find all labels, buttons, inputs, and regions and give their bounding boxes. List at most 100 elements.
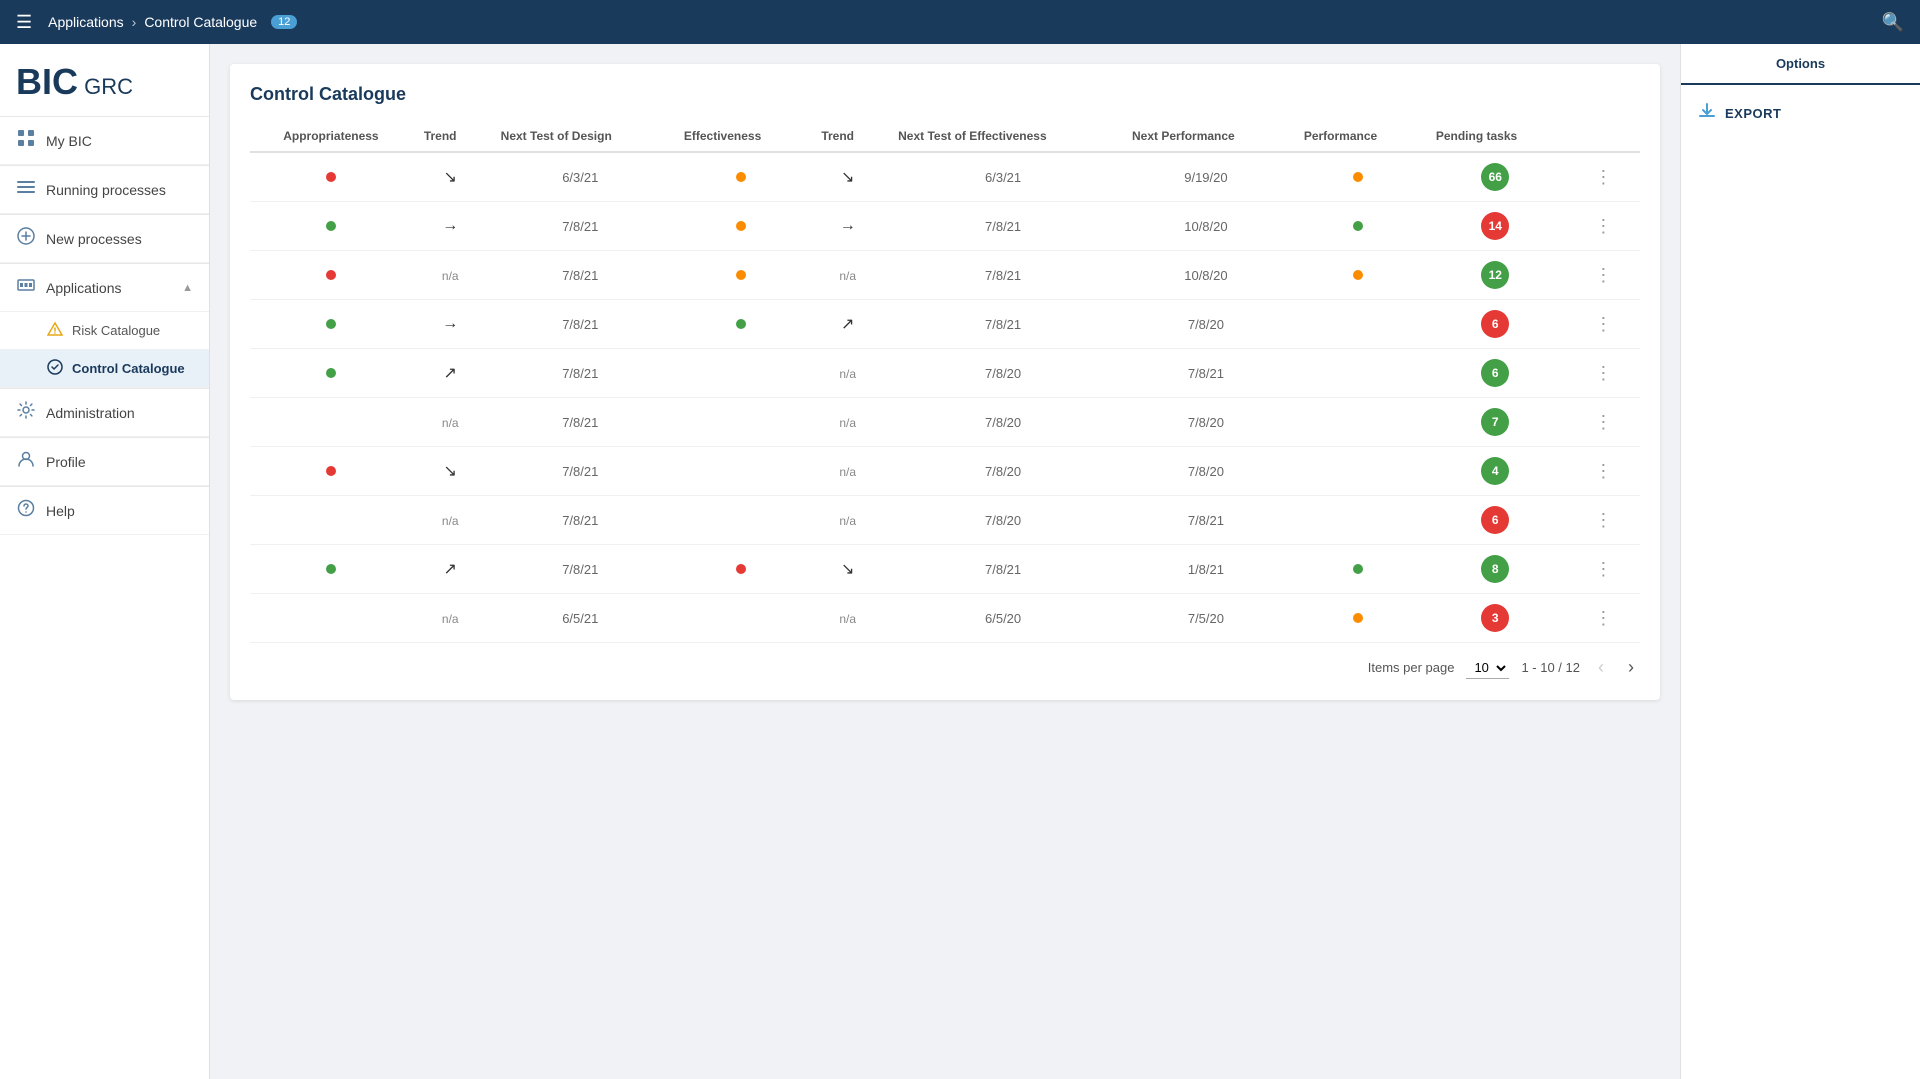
sidebar-item-mybic[interactable]: My BIC <box>0 117 209 165</box>
more-button[interactable]: ⋮ <box>1588 165 1618 189</box>
cell-next-test-eff: 7/8/20 <box>886 349 1120 398</box>
cell-pending: 6 <box>1424 496 1567 545</box>
trend-value: n/a <box>839 367 856 381</box>
more-button[interactable]: ⋮ <box>1588 410 1618 434</box>
cell-more[interactable]: ⋮ <box>1567 447 1640 496</box>
cell-more[interactable]: ⋮ <box>1567 496 1640 545</box>
tab-options[interactable]: Options <box>1681 44 1920 85</box>
cell-more[interactable]: ⋮ <box>1567 594 1640 643</box>
col-appropriateness: Appropriateness <box>250 121 412 152</box>
cell-performance <box>1292 300 1424 349</box>
cell-more[interactable]: ⋮ <box>1567 202 1640 251</box>
cell-more[interactable]: ⋮ <box>1567 398 1640 447</box>
cell-performance <box>1292 202 1424 251</box>
pending-badge: 6 <box>1481 359 1509 387</box>
cell-next-test-design: 7/8/21 <box>489 349 672 398</box>
sidebar-item-running-processes[interactable]: Running processes <box>0 166 209 214</box>
next-page-button[interactable]: › <box>1622 655 1640 680</box>
cell-effectiveness <box>672 545 809 594</box>
cell-next-performance: 7/8/20 <box>1120 300 1292 349</box>
prev-page-button[interactable]: ‹ <box>1592 655 1610 680</box>
more-button[interactable]: ⋮ <box>1588 263 1618 287</box>
table-row: n/a 6/5/21 n/a 6/5/20 7/5/20 3 ⋮ <box>250 594 1640 643</box>
more-button[interactable]: ⋮ <box>1588 557 1618 581</box>
cell-more[interactable]: ⋮ <box>1567 251 1640 300</box>
table-scroll[interactable]: Appropriateness Trend Next Test of Desig… <box>250 121 1640 643</box>
more-button[interactable]: ⋮ <box>1588 312 1618 336</box>
trend-arrow: → <box>840 217 856 234</box>
cell-appropriateness <box>250 594 412 643</box>
top-navigation: ☰ Applications › Control Catalogue 12 🔍 <box>0 0 1920 44</box>
cell-trend2: → <box>809 202 886 251</box>
sidebar-item-new-processes[interactable]: New processes <box>0 215 209 263</box>
search-icon[interactable]: 🔍 <box>1882 12 1904 33</box>
trend-arrow: ↘ <box>444 169 457 186</box>
cell-pending: 12 <box>1424 251 1567 300</box>
more-button[interactable]: ⋮ <box>1588 459 1618 483</box>
more-button[interactable]: ⋮ <box>1588 214 1618 238</box>
sidebar-item-control-catalogue[interactable]: Control Catalogue <box>0 350 209 388</box>
applications-label: Applications <box>46 280 122 296</box>
status-dot <box>326 368 336 378</box>
cell-next-test-design: 7/8/21 <box>489 545 672 594</box>
cell-more[interactable]: ⋮ <box>1567 349 1640 398</box>
status-dot <box>1353 270 1363 280</box>
pending-badge: 7 <box>1481 408 1509 436</box>
cell-effectiveness <box>672 398 809 447</box>
cell-next-test-eff: 6/3/21 <box>886 152 1120 202</box>
breadcrumb-applications[interactable]: Applications <box>48 14 124 30</box>
more-button[interactable]: ⋮ <box>1588 508 1618 532</box>
more-button[interactable]: ⋮ <box>1588 606 1618 630</box>
sidebar-item-profile[interactable]: Profile <box>0 438 209 486</box>
status-dot <box>326 270 336 280</box>
trend-value: n/a <box>442 612 459 626</box>
sidebar-item-risk-catalogue[interactable]: Risk Catalogue <box>0 312 209 350</box>
cell-trend1: ↘ <box>412 447 489 496</box>
more-button[interactable]: ⋮ <box>1588 361 1618 385</box>
trend-arrow: → <box>442 315 458 332</box>
cell-trend2: n/a <box>809 496 886 545</box>
help-icon <box>16 499 36 522</box>
cell-performance <box>1292 251 1424 300</box>
profile-icon <box>16 450 36 473</box>
right-panel-content: EXPORT <box>1681 85 1920 142</box>
cell-next-performance: 7/8/21 <box>1120 349 1292 398</box>
export-button[interactable]: EXPORT <box>1697 101 1904 126</box>
cell-appropriateness <box>250 398 412 447</box>
breadcrumb-badge: 12 <box>271 15 297 29</box>
cell-appropriateness <box>250 447 412 496</box>
logo-bic: BIC GRC <box>16 64 133 100</box>
cell-more[interactable]: ⋮ <box>1567 545 1640 594</box>
cell-trend2: n/a <box>809 398 886 447</box>
download-icon <box>1697 101 1717 126</box>
status-dot <box>736 221 746 231</box>
new-processes-icon <box>16 227 36 250</box>
items-per-page-select[interactable]: 10 25 50 <box>1466 657 1509 679</box>
breadcrumb-current: Control Catalogue <box>144 14 257 30</box>
grid-icon <box>16 129 36 152</box>
cell-next-performance: 1/8/21 <box>1120 545 1292 594</box>
cell-more[interactable]: ⋮ <box>1567 152 1640 202</box>
trend-value: n/a <box>839 269 856 283</box>
risk-catalogue-label: Risk Catalogue <box>72 323 160 338</box>
cell-pending: 8 <box>1424 545 1567 594</box>
right-panel: Options EXPORT <box>1680 44 1920 1079</box>
sidebar-item-applications[interactable]: Applications ▲ <box>0 264 209 312</box>
cell-appropriateness <box>250 202 412 251</box>
col-trend2: Trend <box>809 121 886 152</box>
trend-arrow: ↗ <box>444 561 457 578</box>
right-panel-tabs: Options <box>1681 44 1920 85</box>
admin-icon <box>16 401 36 424</box>
sidebar-item-help[interactable]: Help <box>0 487 209 535</box>
cell-appropriateness <box>250 152 412 202</box>
cell-trend2: n/a <box>809 251 886 300</box>
hamburger-menu[interactable]: ☰ <box>16 12 32 33</box>
cell-effectiveness <box>672 594 809 643</box>
cell-trend1: → <box>412 300 489 349</box>
sidebar-item-administration[interactable]: Administration <box>0 389 209 437</box>
cell-appropriateness <box>250 349 412 398</box>
control-icon <box>46 359 64 378</box>
cell-performance <box>1292 545 1424 594</box>
cell-trend2: n/a <box>809 447 886 496</box>
cell-more[interactable]: ⋮ <box>1567 300 1640 349</box>
